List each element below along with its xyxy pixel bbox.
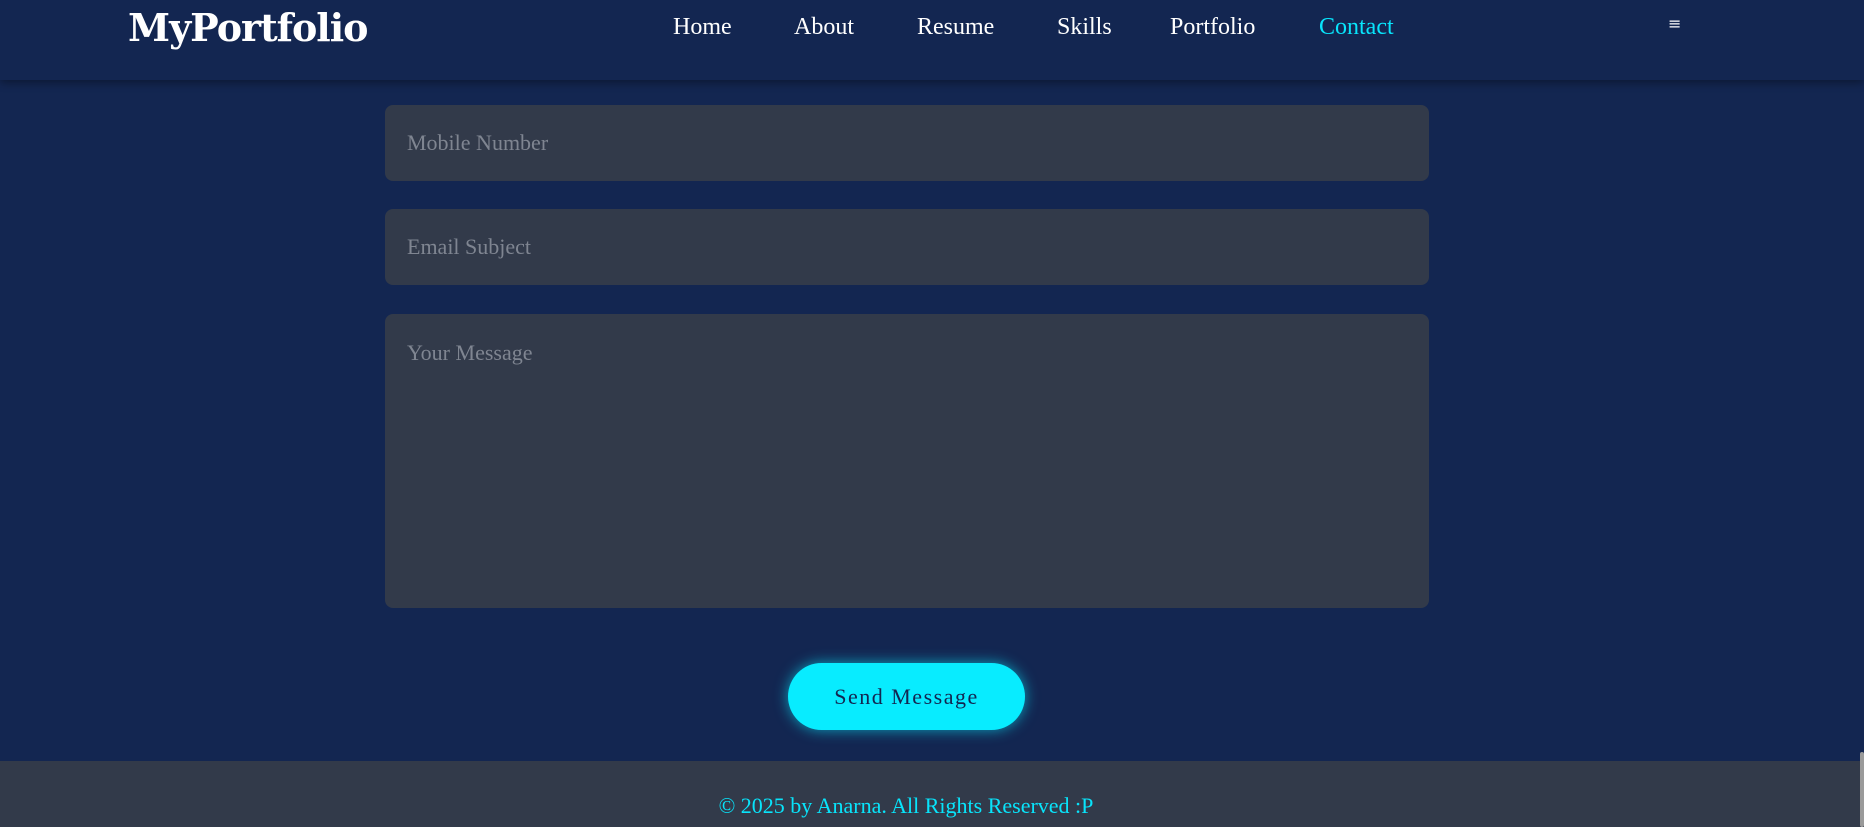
site-header: MyPortfolio Home About Resume Skills Por…	[0, 0, 1864, 80]
nav-resume[interactable]: Resume	[917, 10, 994, 44]
nav-portfolio[interactable]: Portfolio	[1170, 10, 1255, 44]
site-logo[interactable]: MyPortfolio	[128, 4, 369, 52]
mobile-number-input[interactable]: Mobile Number	[385, 105, 1429, 181]
nav-contact[interactable]: Contact	[1319, 10, 1394, 44]
message-placeholder: Your Message	[407, 340, 533, 365]
send-message-button[interactable]: Send Message	[788, 663, 1025, 730]
message-textarea[interactable]: Your Message	[385, 314, 1429, 608]
mobile-number-placeholder: Mobile Number	[407, 130, 549, 155]
nav-home[interactable]: Home	[673, 10, 732, 44]
nav-skills[interactable]: Skills	[1057, 10, 1112, 44]
page-scrollbar[interactable]	[1860, 752, 1864, 827]
hamburger-menu-icon[interactable]: ≡	[1668, 13, 1681, 35]
site-footer: © 2025 by Anarna. All Rights Reserved :P	[0, 761, 1864, 827]
nav-about[interactable]: About	[794, 10, 854, 44]
email-subject-placeholder: Email Subject	[407, 234, 532, 259]
copyright-text: © 2025 by Anarna. All Rights Reserved :P	[718, 793, 1094, 818]
email-subject-input[interactable]: Email Subject	[385, 209, 1429, 285]
